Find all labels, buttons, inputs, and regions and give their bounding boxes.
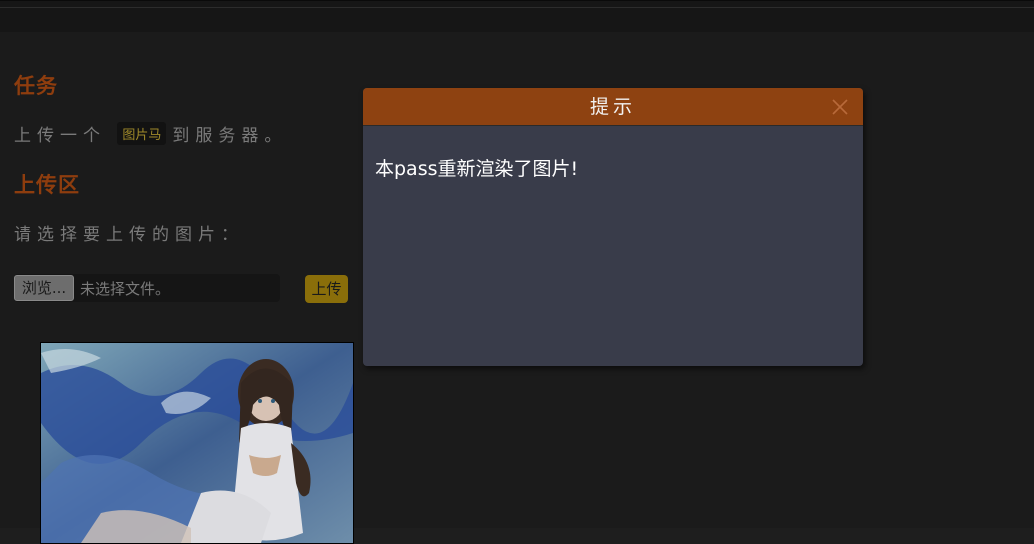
close-icon[interactable] bbox=[831, 98, 849, 116]
dialog-header: 提示 bbox=[363, 88, 863, 126]
alert-dialog: 提示 本pass重新渲染了图片! bbox=[363, 88, 863, 366]
dialog-title: 提示 bbox=[589, 96, 636, 118]
dialog-message: 本pass重新渲染了图片! bbox=[375, 158, 579, 180]
